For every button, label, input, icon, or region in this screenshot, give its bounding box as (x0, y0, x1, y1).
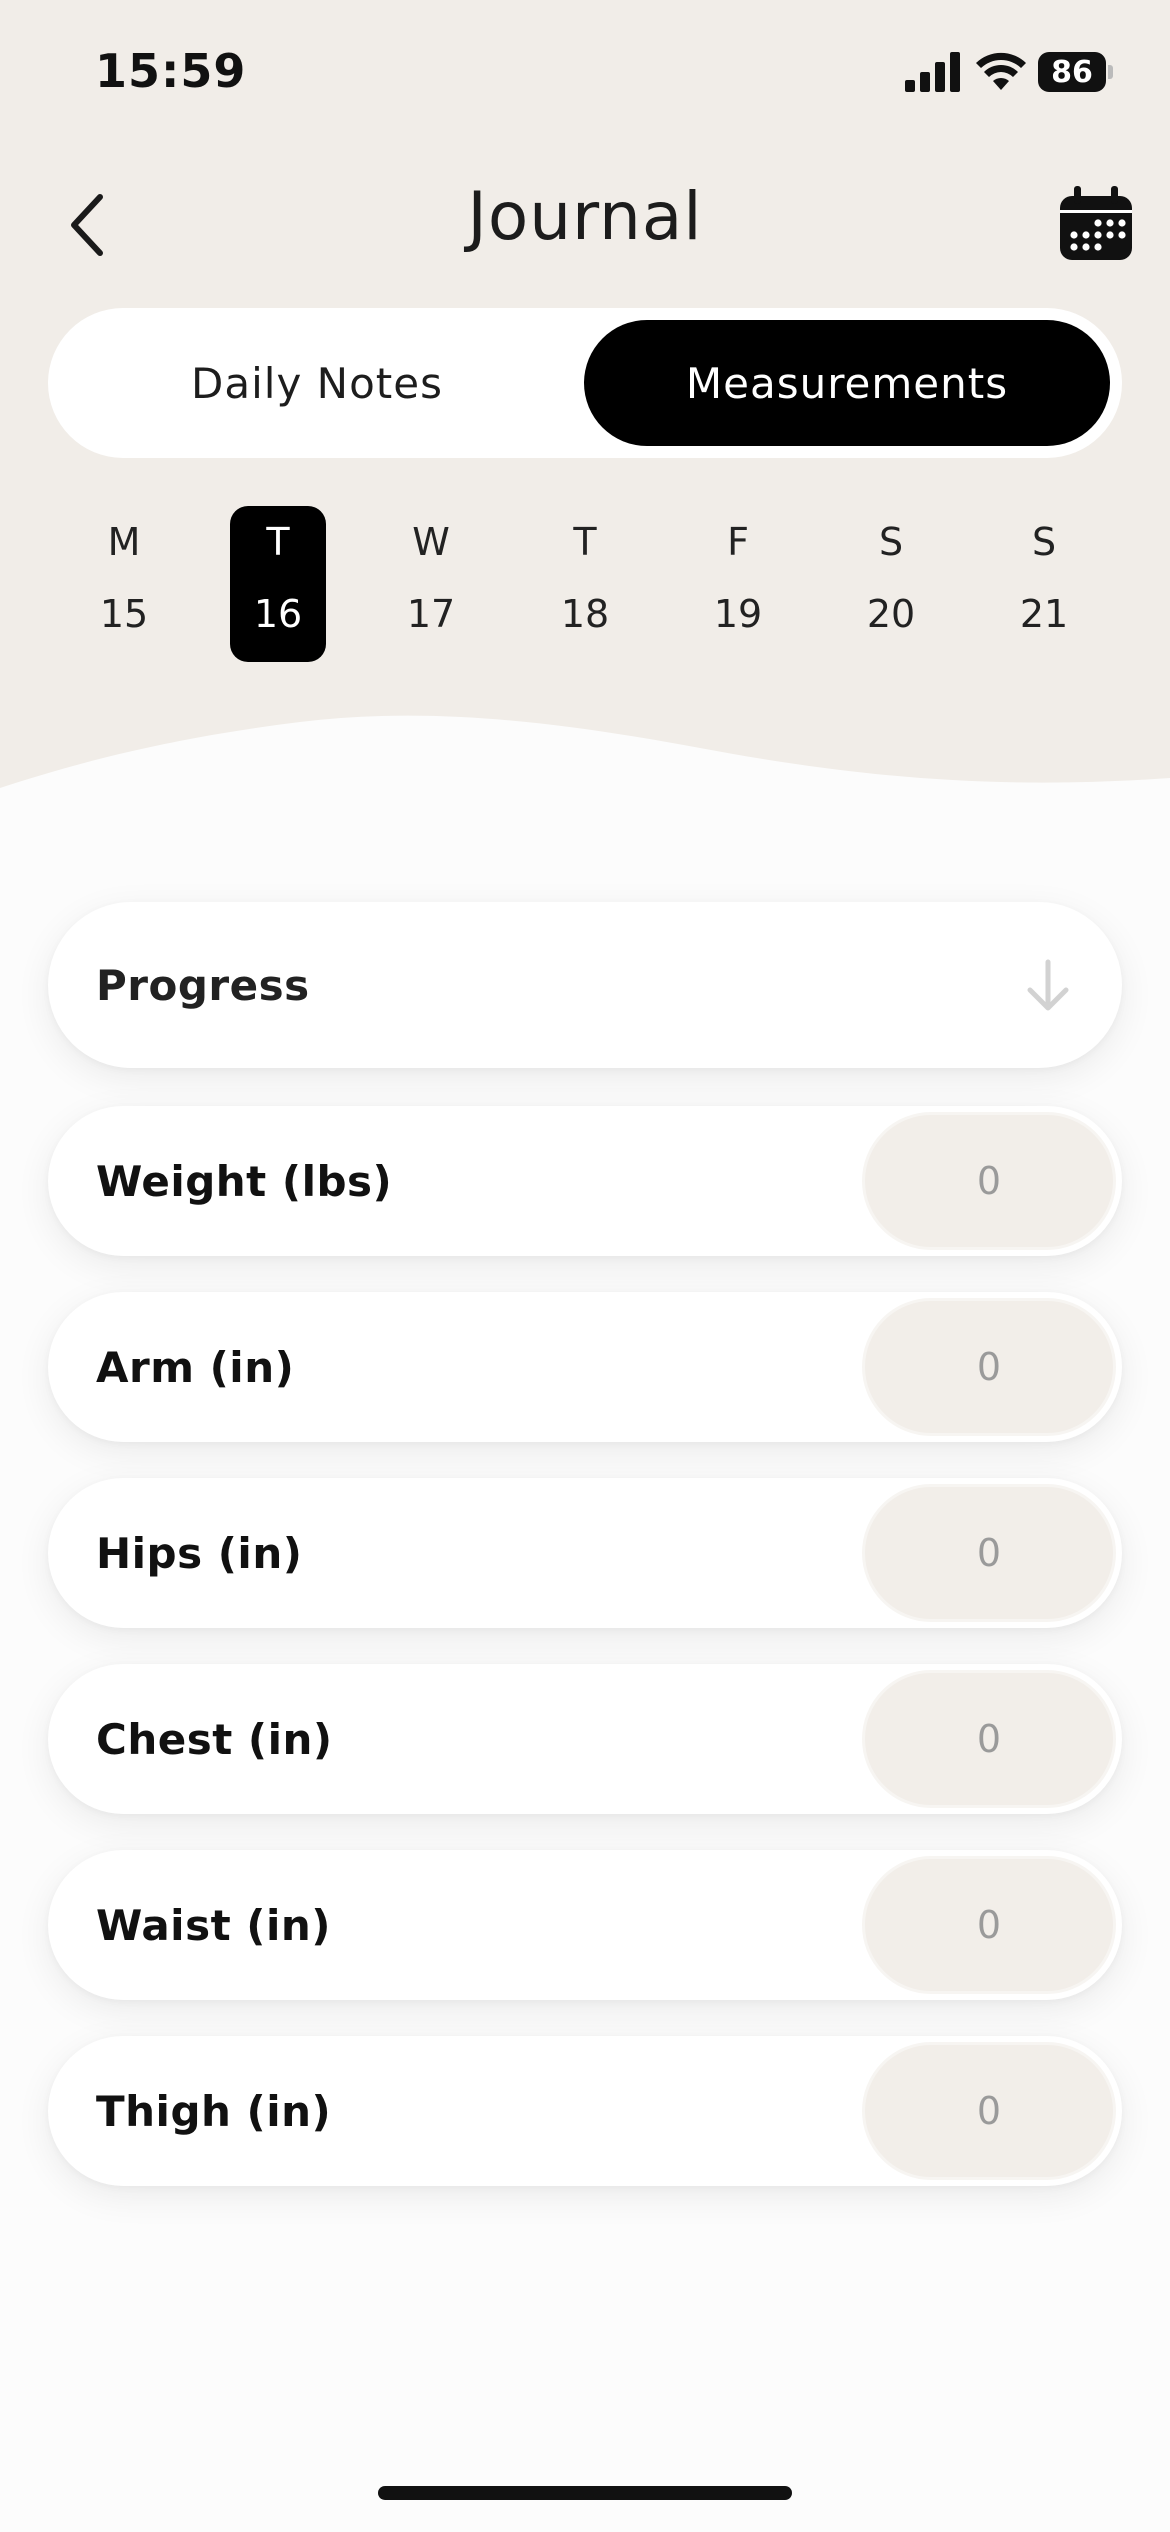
arm-input[interactable]: 0 (862, 1298, 1116, 1436)
day-monday[interactable]: M 15 (76, 506, 172, 662)
day-thursday[interactable]: T 18 (537, 506, 633, 662)
progress-card[interactable]: Progress (48, 902, 1122, 1068)
progress-label: Progress (96, 960, 310, 1010)
day-sunday[interactable]: S 21 (996, 506, 1092, 662)
day-date: 17 (406, 592, 456, 636)
hips-input[interactable]: 0 (862, 1484, 1116, 1622)
signal-icon (905, 52, 960, 92)
day-date: 19 (713, 592, 763, 636)
measurement-row-thigh: Thigh (in) 0 (48, 2036, 1122, 2186)
tab-daily-notes[interactable]: Daily Notes (60, 320, 574, 446)
waist-input[interactable]: 0 (862, 1856, 1116, 1994)
calendar-icon[interactable] (1058, 186, 1134, 262)
day-friday[interactable]: F 19 (690, 506, 786, 662)
day-wednesday[interactable]: W 17 (383, 506, 479, 662)
battery-level: 86 (1038, 52, 1106, 92)
day-date: 15 (99, 592, 149, 636)
day-tuesday-selected[interactable]: T 16 (230, 506, 326, 662)
tab-switcher: Daily Notes Measurements (48, 308, 1122, 458)
day-of-week: M (107, 520, 141, 564)
measurement-label: Arm (in) (96, 1342, 295, 1392)
measurement-row-arm: Arm (in) 0 (48, 1292, 1122, 1442)
day-of-week: S (1031, 520, 1057, 564)
day-date: 20 (866, 592, 916, 636)
page-title: Journal (467, 178, 703, 255)
day-of-week: F (727, 520, 749, 564)
day-saturday[interactable]: S 20 (843, 506, 939, 662)
measurement-row-weight: Weight (lbs) 0 (48, 1106, 1122, 1256)
day-date: 18 (560, 592, 610, 636)
chest-input[interactable]: 0 (862, 1670, 1116, 1808)
weight-input[interactable]: 0 (862, 1112, 1116, 1250)
day-date: 16 (253, 592, 303, 636)
day-of-week: T (573, 520, 597, 564)
arrow-down-icon (1027, 959, 1069, 1011)
day-of-week: T (266, 520, 290, 564)
day-of-week: S (878, 520, 904, 564)
measurement-label: Chest (in) (96, 1714, 333, 1764)
day-of-week: W (412, 520, 450, 564)
battery-icon: 86 (1038, 52, 1113, 92)
day-date: 21 (1019, 592, 1069, 636)
tab-measurements[interactable]: Measurements (584, 320, 1110, 446)
measurement-row-waist: Waist (in) 0 (48, 1850, 1122, 2000)
measurement-label: Hips (in) (96, 1528, 303, 1578)
status-time: 15:59 (95, 44, 247, 98)
measurement-label: Weight (lbs) (96, 1156, 393, 1206)
thigh-input[interactable]: 0 (862, 2042, 1116, 2180)
measurement-label: Thigh (in) (96, 2086, 332, 2136)
measurement-row-hips: Hips (in) 0 (48, 1478, 1122, 1628)
measurement-label: Waist (in) (96, 1900, 331, 1950)
measurement-row-chest: Chest (in) 0 (48, 1664, 1122, 1814)
wifi-icon (976, 52, 1026, 90)
home-indicator (378, 2486, 792, 2500)
